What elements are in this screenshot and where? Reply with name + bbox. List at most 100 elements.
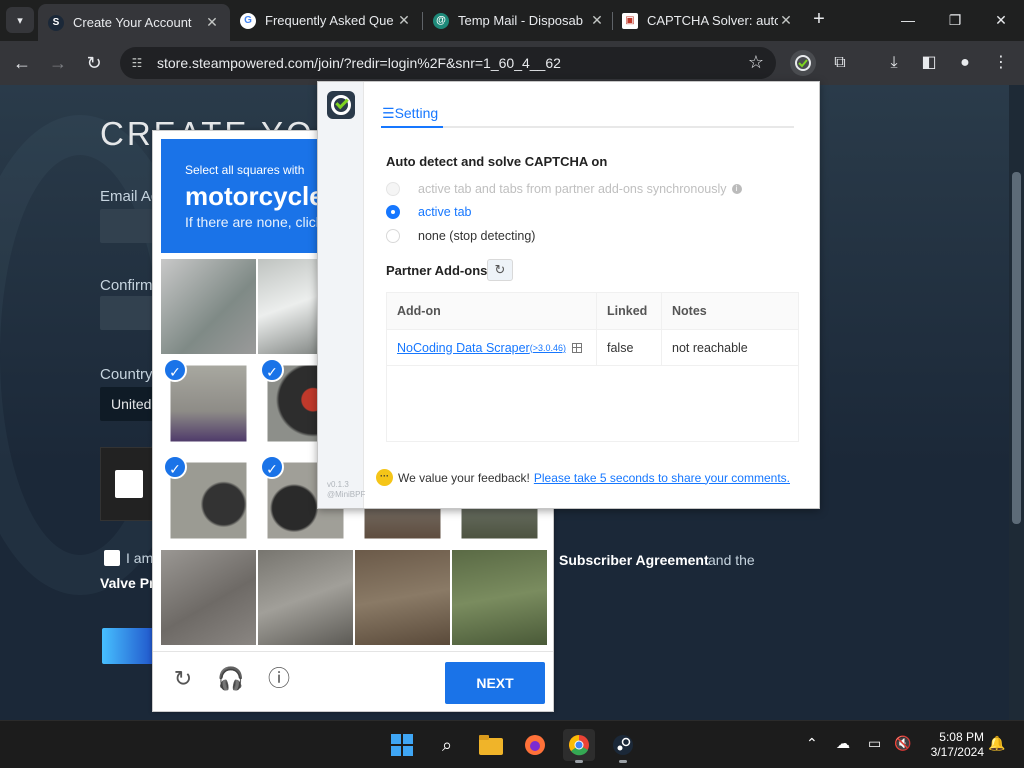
brand-text: @MiniBPF: [327, 490, 366, 499]
partner-addons-heading: Partner Add-ons: [386, 263, 488, 278]
captcha-tile[interactable]: [452, 550, 547, 645]
option-partner-sync[interactable]: active tab and tabs from partner add-ons…: [386, 182, 742, 196]
volume-muted-icon[interactable]: 🔇: [894, 735, 911, 752]
subscriber-agreement-link[interactable]: Subscriber Agreement: [559, 552, 709, 568]
bookmark-star-icon[interactable]: ☆: [748, 52, 764, 73]
extensions-puzzle-icon[interactable]: ⧉: [827, 50, 853, 76]
option-none[interactable]: none (stop detecting): [386, 229, 535, 243]
profile-icon[interactable]: ●: [952, 50, 978, 76]
radio-button[interactable]: [386, 229, 400, 243]
minimize-button[interactable]: —: [893, 8, 923, 32]
next-button[interactable]: NEXT: [445, 662, 545, 704]
page-scrollbar[interactable]: [1009, 85, 1024, 720]
feedback-text: We value your feedback!: [398, 470, 530, 485]
agree-text: I am: [126, 550, 154, 566]
close-window-button[interactable]: ✕: [986, 8, 1016, 32]
download-icon[interactable]: ⤓: [881, 50, 907, 76]
close-icon[interactable]: ✕: [778, 12, 794, 29]
steam-icon[interactable]: [607, 729, 639, 763]
option-label: none (stop detecting): [418, 229, 536, 243]
info-icon[interactable]: i: [731, 184, 742, 194]
recaptcha-checkbox[interactable]: [115, 470, 143, 498]
firefox-icon[interactable]: [519, 729, 551, 761]
tab-faq[interactable]: G Frequently Asked Que ✕: [230, 4, 422, 37]
tab-strip: ▾ S Create Your Account ✕ G Frequently A…: [0, 0, 1024, 41]
tab-temp-mail[interactable]: @ Temp Mail - Disposab ✕: [423, 4, 615, 37]
file-explorer-icon[interactable]: [475, 729, 507, 761]
tab-captcha-solver[interactable]: ▣ CAPTCHA Solver: auto ✕: [612, 4, 804, 37]
check-icon: ✓: [260, 455, 284, 479]
close-icon[interactable]: ✕: [204, 14, 220, 31]
valve-privacy-link[interactable]: Valve Pr: [100, 575, 155, 591]
addon-link[interactable]: NoCoding Data Scraper: [397, 341, 530, 355]
reload-button[interactable]: ↻: [82, 51, 106, 75]
table-header: Add-on: [387, 293, 597, 329]
email-field[interactable]: [100, 209, 160, 243]
scrollbar-thumb[interactable]: [1012, 172, 1021, 524]
chevron-down-icon: ▾: [17, 14, 23, 27]
tab-title: Create Your Account: [73, 15, 192, 30]
country-label: Country: [100, 366, 153, 383]
close-icon[interactable]: ✕: [396, 12, 412, 29]
captcha-tile-selected[interactable]: ✓: [161, 453, 256, 548]
restore-button[interactable]: ❐: [940, 8, 970, 32]
tab-search-button[interactable]: ▾: [6, 7, 34, 33]
onedrive-icon[interactable]: ☁: [836, 735, 850, 752]
side-panel-icon[interactable]: ◧: [916, 50, 942, 76]
captcha-tile[interactable]: [355, 550, 450, 645]
tab-setting[interactable]: ☰Setting: [382, 105, 438, 122]
chat-bubble-icon: ···: [376, 469, 393, 486]
addon-cell: NoCoding Data Scraper (>3.0.46): [387, 330, 597, 365]
arrow-left-icon: ←: [13, 53, 31, 73]
google-icon: G: [240, 12, 256, 29]
steam-icon: S: [48, 14, 64, 31]
captcha-tile[interactable]: [258, 550, 353, 645]
chrome-icon[interactable]: [563, 729, 595, 763]
version-label: v0.1.3 @MiniBPF: [327, 480, 365, 500]
close-icon[interactable]: ✕: [589, 12, 605, 29]
table-header-row: Add-on Linked Notes: [387, 293, 798, 330]
temp-mail-icon: @: [433, 12, 449, 29]
new-tab-button[interactable]: +: [808, 8, 830, 30]
popup-sidebar: v0.1.3 @MiniBPF: [318, 82, 365, 508]
captcha-solver-popup: v0.1.3 @MiniBPF ☰Setting Auto detect and …: [317, 81, 820, 509]
addon-version: (>3.0.46): [529, 342, 566, 353]
headphones-icon[interactable]: 🎧: [216, 664, 246, 694]
option-active-tab[interactable]: active tab: [386, 205, 472, 219]
agree-checkbox[interactable]: [104, 550, 120, 566]
feedback-link[interactable]: Please take 5 seconds to share your comm…: [534, 471, 790, 485]
windows-start-icon[interactable]: [386, 729, 418, 761]
linked-cell: false: [597, 330, 662, 365]
reload-icon: ↻: [86, 53, 102, 73]
system-clock[interactable]: 5:08 PM 3/17/2024: [922, 730, 984, 760]
check-icon: ✓: [163, 455, 187, 479]
radio-button[interactable]: [386, 205, 400, 219]
refresh-addons-button[interactable]: ↻: [487, 259, 513, 281]
back-button[interactable]: ←: [10, 51, 34, 75]
site-info-icon[interactable]: ☷: [128, 54, 146, 72]
menu-kebab-icon[interactable]: ⋮: [988, 50, 1014, 76]
network-icon[interactable]: ▭: [868, 735, 881, 752]
notification-bell-icon[interactable]: 🔔: [988, 735, 1005, 752]
captcha-tile[interactable]: [161, 550, 256, 645]
captcha-tile-selected[interactable]: ✓: [161, 356, 256, 451]
radio-button[interactable]: [386, 182, 400, 196]
info-icon[interactable]: ⓘ: [264, 664, 294, 694]
search-icon[interactable]: ⌕: [431, 729, 463, 761]
table-header: Linked: [597, 293, 662, 329]
chevron-up-icon[interactable]: ⌃: [806, 735, 818, 752]
check-icon: ✓: [163, 358, 187, 382]
reload-icon[interactable]: ↻: [168, 664, 198, 694]
tab-underline: [381, 126, 794, 128]
captcha-tile[interactable]: [161, 259, 256, 354]
captcha-solver-extension-icon[interactable]: [790, 50, 816, 76]
windows-taskbar: ⌕ ⌃ ☁ ▭ 🔇 5:08 PM 3/17/2024 🔔: [0, 720, 1024, 768]
tab-create-account[interactable]: S Create Your Account ✕: [38, 4, 230, 41]
tab-setting-label: Setting: [394, 105, 439, 121]
address-bar[interactable]: ☷ store.steampowered.com/join/?redir=log…: [120, 47, 776, 79]
country-select[interactable]: United: [100, 387, 160, 421]
plus-icon: +: [813, 8, 825, 30]
confirm-email-label: Confirm: [100, 277, 153, 294]
forward-button[interactable]: →: [46, 51, 70, 75]
confirm-email-field[interactable]: [100, 296, 160, 330]
